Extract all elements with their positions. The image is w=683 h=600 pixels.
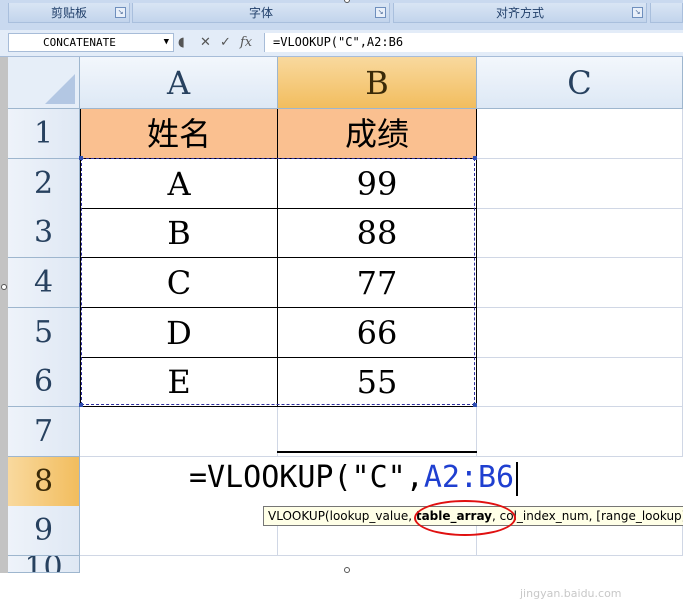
name-box-value: CONCATENATE bbox=[43, 36, 116, 49]
row-header-9[interactable]: 9 bbox=[8, 506, 80, 556]
column-header-a[interactable]: A bbox=[80, 57, 278, 109]
cell-c5[interactable] bbox=[477, 308, 683, 358]
cell-a7[interactable] bbox=[80, 407, 278, 457]
annotation-circle bbox=[414, 500, 516, 536]
ribbon-group-font[interactable]: 字体 ↘ bbox=[132, 3, 390, 23]
tooltip-suffix: , col_index_num, [range_lookup]) bbox=[492, 509, 683, 523]
corner-triangle-icon bbox=[45, 74, 75, 104]
row-header-1[interactable]: 1 bbox=[8, 109, 80, 159]
enter-button[interactable]: ✓ bbox=[220, 33, 231, 52]
grip-icon: ◖ bbox=[178, 35, 185, 50]
row-header-4[interactable]: 4 bbox=[8, 258, 80, 308]
ribbon-group-partial[interactable] bbox=[650, 3, 683, 23]
in-cell-formula: =VLOOKUP("C",A2:B6 bbox=[189, 453, 519, 503]
cell-a1-header[interactable]: 姓名 bbox=[80, 109, 278, 159]
cell-a2[interactable]: A bbox=[80, 159, 278, 209]
ribbon-group-label: 对齐方式 bbox=[495, 6, 544, 20]
row-header-5[interactable]: 5 bbox=[8, 308, 80, 358]
row-header-10[interactable]: 10 bbox=[8, 556, 80, 573]
cell-a6[interactable]: E bbox=[80, 357, 278, 407]
formula-buttons: ◖ ✕ ✓ fx bbox=[178, 33, 260, 52]
dialog-launcher-icon[interactable]: ↘ bbox=[115, 7, 126, 18]
formula-input[interactable]: =VLOOKUP("C",A2:B6 bbox=[264, 33, 683, 52]
chevron-down-icon[interactable]: ▼ bbox=[164, 34, 169, 51]
ribbon-group-label: 剪贴板 bbox=[50, 6, 87, 20]
dialog-launcher-icon[interactable]: ↘ bbox=[632, 7, 643, 18]
cell-c1[interactable] bbox=[477, 109, 683, 159]
cell-b1-header[interactable]: 成绩 bbox=[278, 109, 477, 159]
ribbon-group-clipboard[interactable]: 剪贴板 ↘ bbox=[8, 3, 130, 23]
worksheet-grid[interactable]: A B C 1 2 3 4 5 6 7 8 9 10 姓名 成绩 A 99 B … bbox=[0, 57, 683, 600]
row-header-6[interactable]: 6 bbox=[8, 357, 80, 407]
row-header-2[interactable]: 2 bbox=[8, 159, 80, 209]
cell-c3[interactable] bbox=[477, 208, 683, 258]
row-header-7[interactable]: 7 bbox=[8, 407, 80, 457]
cell-a3[interactable]: B bbox=[80, 208, 278, 258]
cell-c2[interactable] bbox=[477, 159, 683, 209]
dialog-launcher-icon[interactable]: ↘ bbox=[375, 7, 386, 18]
cell-a4[interactable]: C bbox=[80, 258, 278, 308]
cell-b3[interactable]: 88 bbox=[278, 208, 477, 258]
row-header-8[interactable]: 8 bbox=[8, 457, 80, 507]
resize-handle[interactable] bbox=[344, 567, 350, 573]
cell-c6[interactable] bbox=[477, 357, 683, 407]
column-header-b[interactable]: B bbox=[278, 57, 477, 109]
name-box[interactable]: CONCATENATE ▼ bbox=[8, 33, 174, 52]
cell-b5[interactable]: 66 bbox=[278, 308, 477, 358]
resize-handle[interactable] bbox=[1, 284, 7, 290]
row-header-3[interactable]: 3 bbox=[8, 208, 80, 258]
formula-range-ref: A2:B6 bbox=[423, 460, 515, 495]
cell-b4[interactable]: 77 bbox=[278, 258, 477, 308]
formula-bar: CONCATENATE ▼ ◖ ✕ ✓ fx =VLOOKUP("C",A2:B… bbox=[0, 30, 683, 57]
cell-c4[interactable] bbox=[477, 258, 683, 308]
cell-a9[interactable] bbox=[80, 506, 278, 556]
ribbon-group-strip: 剪贴板 ↘ 字体 ↘ 对齐方式 ↘ bbox=[0, 0, 683, 31]
cell-a5[interactable]: D bbox=[80, 308, 278, 358]
formula-prefix: =VLOOKUP("C", bbox=[189, 460, 424, 495]
cell-c7[interactable] bbox=[477, 407, 683, 457]
cancel-button[interactable]: ✕ bbox=[200, 33, 211, 52]
tooltip-prefix: VLOOKUP(lookup_value, bbox=[268, 509, 416, 523]
ribbon-group-alignment[interactable]: 对齐方式 ↘ bbox=[393, 3, 647, 23]
insert-function-button[interactable]: fx bbox=[240, 33, 252, 52]
column-header-c[interactable]: C bbox=[477, 57, 683, 109]
select-all-button[interactable] bbox=[8, 57, 80, 109]
cell-b7[interactable] bbox=[278, 407, 477, 457]
ribbon-group-label: 字体 bbox=[248, 6, 273, 20]
cell-b2[interactable]: 99 bbox=[278, 159, 477, 209]
cell-b6[interactable]: 55 bbox=[278, 357, 477, 407]
watermark: jingyan.baidu.com bbox=[520, 587, 622, 600]
text-caret bbox=[516, 461, 519, 496]
cell-a8-editing[interactable]: =VLOOKUP("C",A2:B6 bbox=[81, 453, 683, 503]
